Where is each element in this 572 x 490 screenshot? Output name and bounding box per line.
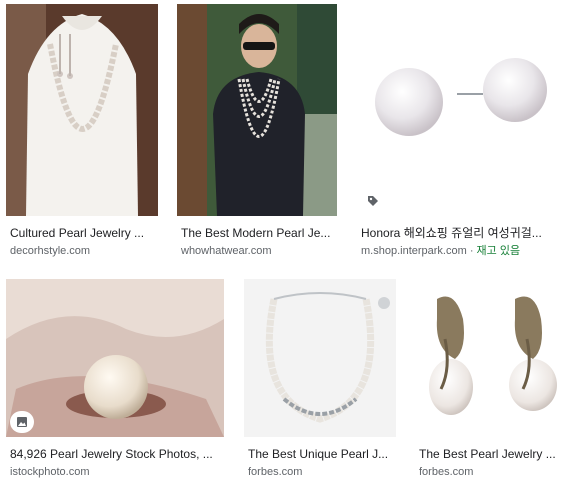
result-source[interactable]: forbes.com xyxy=(419,465,565,479)
source-separator: · xyxy=(466,245,477,257)
result-thumbnail[interactable] xyxy=(244,279,396,437)
result-thumbnail[interactable] xyxy=(6,4,158,216)
baroque-pearl-earrings-image xyxy=(415,279,567,437)
image-result-card[interactable]: The Best Modern Pearl Je... whowhatwear.… xyxy=(177,4,337,264)
result-source[interactable]: istockphoto.com xyxy=(10,465,222,479)
result-title[interactable]: Cultured Pearl Jewelry ... xyxy=(10,225,156,241)
result-title[interactable]: The Best Modern Pearl Je... xyxy=(181,225,335,241)
tag-icon xyxy=(368,196,378,206)
result-source[interactable]: decorhstyle.com xyxy=(10,244,156,258)
pearl-stud-earrings-image xyxy=(357,4,567,216)
pearl-in-oyster-image xyxy=(6,279,224,437)
result-source[interactable]: forbes.com xyxy=(248,465,394,479)
result-thumbnail[interactable] xyxy=(177,4,337,216)
result-title[interactable]: The Best Pearl Jewelry ... xyxy=(419,446,565,462)
result-thumbnail[interactable] xyxy=(6,279,224,437)
image-result-card[interactable]: Honora 해외쇼핑 쥬얼리 여성귀걸... m.shop.interpark… xyxy=(357,4,567,264)
result-title[interactable]: The Best Unique Pearl J... xyxy=(248,446,394,462)
image-result-card[interactable]: The Best Pearl Jewelry ... forbes.com xyxy=(415,279,567,485)
result-title[interactable]: Honora 해외쇼핑 쥬얼리 여성귀걸... xyxy=(361,225,565,241)
image-badge xyxy=(10,411,34,433)
result-source[interactable]: whowhatwear.com xyxy=(181,244,335,258)
pearl-chain-necklace-image xyxy=(244,279,396,437)
image-result-card[interactable]: 84,926 Pearl Jewelry Stock Photos, ... i… xyxy=(6,279,224,485)
in-stock-label: 재고 있음 xyxy=(476,245,521,257)
result-thumbnail[interactable] xyxy=(357,4,567,216)
result-title[interactable]: 84,926 Pearl Jewelry Stock Photos, ... xyxy=(10,446,222,462)
woman-layered-pearls-image xyxy=(177,4,337,216)
result-source[interactable]: m.shop.interpark.com · 재고 있음 xyxy=(361,244,565,258)
shopping-tag-badge xyxy=(361,190,385,212)
image-result-card[interactable]: The Best Unique Pearl J... forbes.com xyxy=(244,279,396,485)
image-icon xyxy=(17,417,27,427)
result-thumbnail[interactable] xyxy=(415,279,567,437)
pearl-necklace-bust-image xyxy=(6,4,158,216)
result-source-domain: m.shop.interpark.com xyxy=(361,245,467,257)
image-result-card[interactable]: Cultured Pearl Jewelry ... decorhstyle.c… xyxy=(6,4,158,264)
